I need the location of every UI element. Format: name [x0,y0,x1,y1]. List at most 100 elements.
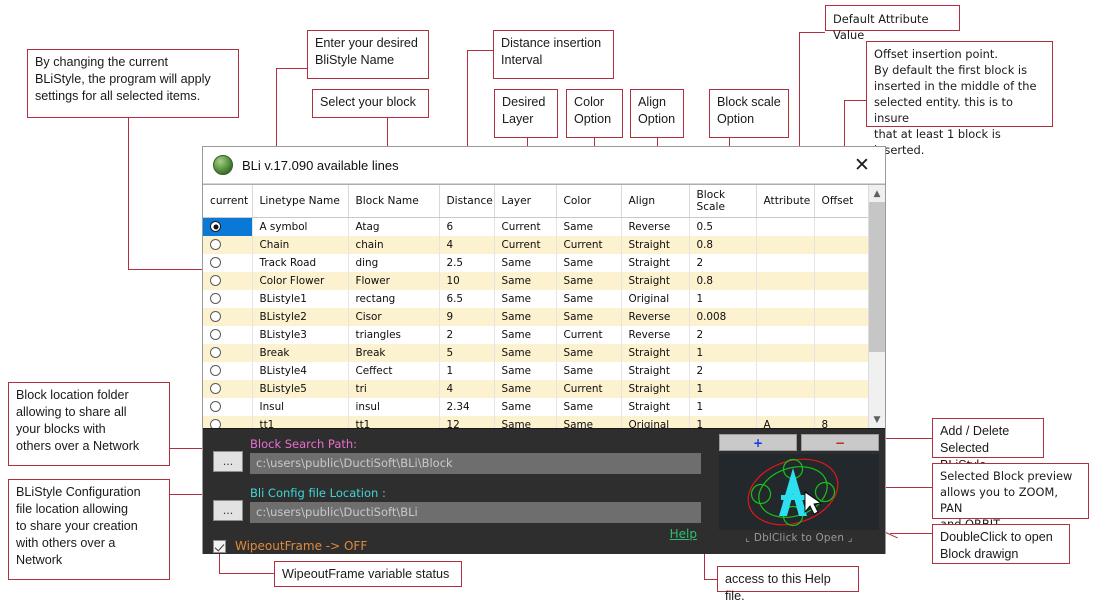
radio-icon[interactable] [210,347,221,358]
cell-layer[interactable]: Same [494,307,557,326]
table-row[interactable]: BListyle2 Cisor 9 Same Same Reverse 0.008 [203,307,868,326]
config-path-value[interactable]: c:\users\public\DuctiSoft\BLi [250,502,701,523]
block-search-path-value[interactable]: c:\users\public\DuctiSoft\BLi\Block [250,453,701,474]
scroll-down-icon[interactable]: ▼ [869,411,885,428]
radio-icon[interactable] [210,365,221,376]
cell-layer[interactable]: Same [494,415,557,428]
cell-align[interactable]: Straight [621,253,690,272]
scrollbar-track[interactable] [869,352,885,411]
cell-layer[interactable]: Same [494,379,557,398]
cell-offset[interactable] [814,307,868,326]
cell-offset[interactable] [814,217,868,236]
cell-layer[interactable]: Current [494,235,557,254]
table-row[interactable]: BListyle3 triangles 2 Same Current Reverse 2 [203,325,868,344]
cell-distance[interactable]: 6.5 [439,289,495,308]
cell-layer[interactable]: Same [494,343,557,362]
cell-attribute[interactable] [756,343,815,362]
cell-attribute[interactable]: A [756,415,815,428]
cell-linetype-name[interactable]: BListyle5 [252,379,349,398]
cell-layer[interactable]: Same [494,271,557,290]
cell-attribute[interactable] [756,289,815,308]
cell-block-scale[interactable]: 1 [689,415,757,428]
cell-align[interactable]: Straight [621,397,690,416]
cell-block-name[interactable]: rectang [348,289,440,308]
col-header-color[interactable]: Color [556,185,622,218]
cell-linetype-name[interactable]: Chain [252,235,349,254]
cell-align[interactable]: Original [621,289,690,308]
cell-offset[interactable] [814,379,868,398]
cell-block-scale[interactable]: 2 [689,325,757,344]
cell-distance[interactable]: 1 [439,361,495,380]
row-current-radio-cell[interactable] [203,253,253,272]
radio-icon[interactable] [210,383,221,394]
block-preview-viewport[interactable] [719,454,879,530]
browse-block-path-button[interactable]: ... [213,451,243,472]
cell-linetype-name[interactable]: BListyle1 [252,289,349,308]
radio-icon[interactable] [210,239,221,250]
cell-distance[interactable]: 4 [439,379,495,398]
cell-layer[interactable]: Same [494,253,557,272]
table-row[interactable]: BListyle5 tri 4 Same Current Straight 1 [203,379,868,398]
col-header-block[interactable]: Block Name [348,185,440,218]
cell-distance[interactable]: 4 [439,235,495,254]
col-header-offset[interactable]: Offset [814,185,868,218]
row-current-radio-cell[interactable] [203,289,253,308]
row-current-radio-cell[interactable] [203,235,253,254]
cell-linetype-name[interactable]: Break [252,343,349,362]
table-row[interactable]: Break Break 5 Same Same Straight 1 [203,343,868,362]
cell-color[interactable]: Current [556,325,622,344]
cell-align[interactable]: Reverse [621,325,690,344]
scroll-up-icon[interactable]: ▲ [869,185,885,202]
grid-scrollbar[interactable]: ▲ ▼ [868,185,885,428]
cell-block-scale[interactable]: 1 [689,343,757,362]
cell-block-name[interactable]: ding [348,253,440,272]
wipeoutframe-row[interactable]: WipeoutFrame -> OFF [213,539,715,553]
delete-blistyle-button[interactable]: − [801,434,879,451]
radio-icon[interactable] [210,221,221,233]
cell-color[interactable]: Same [556,253,622,272]
cell-distance[interactable]: 9 [439,307,495,326]
table-row[interactable]: BListyle1 rectang 6.5 Same Same Original 1 [203,289,868,308]
cell-layer[interactable]: Same [494,361,557,380]
col-header-align[interactable]: Align [621,185,690,218]
cell-color[interactable]: Same [556,271,622,290]
radio-icon[interactable] [210,329,221,340]
cell-offset[interactable] [814,325,868,344]
col-header-attribute[interactable]: Attribute [756,185,815,218]
cell-block-name[interactable]: Ceffect [348,361,440,380]
cell-distance[interactable]: 12 [439,415,495,428]
browse-config-path-button[interactable]: ... [213,500,243,521]
cell-attribute[interactable] [756,271,815,290]
table-row[interactable]: BListyle4 Ceffect 1 Same Same Straight 2 [203,361,868,380]
radio-icon[interactable] [210,401,221,412]
row-current-radio-cell[interactable] [203,379,253,398]
cell-linetype-name[interactable]: BListyle2 [252,307,349,326]
cell-align[interactable]: Straight [621,343,690,362]
cell-distance[interactable]: 5 [439,343,495,362]
cell-align[interactable]: Straight [621,361,690,380]
row-current-radio-cell[interactable] [203,361,253,380]
cell-block-name[interactable]: chain [348,235,440,254]
col-header-linetype[interactable]: Linetype Name [252,185,349,218]
cell-offset[interactable] [814,361,868,380]
cell-linetype-name[interactable]: Insul [252,397,349,416]
cell-attribute[interactable] [756,325,815,344]
table-row[interactable]: Track Road ding 2.5 Same Same Straight 2 [203,253,868,272]
cell-offset[interactable] [814,271,868,290]
cell-color[interactable]: Same [556,415,622,428]
cell-layer[interactable]: Same [494,325,557,344]
row-current-radio-cell[interactable] [203,397,253,416]
row-current-radio-cell[interactable] [203,217,253,236]
row-current-radio-cell[interactable] [203,415,253,428]
cell-linetype-name[interactable]: BListyle3 [252,325,349,344]
cell-color[interactable]: Same [556,217,622,236]
cell-block-name[interactable]: tri [348,379,440,398]
cell-align[interactable]: Straight [621,235,690,254]
add-blistyle-button[interactable]: + [719,434,797,451]
cell-attribute[interactable] [756,361,815,380]
cell-attribute[interactable] [756,217,815,236]
row-current-radio-cell[interactable] [203,325,253,344]
cell-offset[interactable] [814,289,868,308]
cell-color[interactable]: Current [556,235,622,254]
row-current-radio-cell[interactable] [203,343,253,362]
